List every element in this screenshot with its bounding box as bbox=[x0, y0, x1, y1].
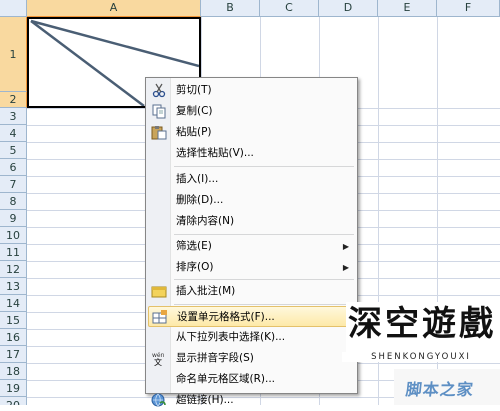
menu-item-label: 排序(O) bbox=[176, 261, 214, 273]
column-header-c[interactable]: C bbox=[260, 0, 319, 17]
watermark-subtitle: SHENKONGYOUXI bbox=[342, 352, 500, 362]
row-header-1[interactable]: 1 bbox=[0, 17, 27, 92]
menu-separator bbox=[174, 234, 354, 235]
column-header-a[interactable]: A bbox=[27, 0, 201, 17]
column-header-d[interactable]: D bbox=[319, 0, 378, 17]
menu-item-paste-special[interactable]: 选择性粘贴(V)... bbox=[148, 143, 355, 164]
menu-item-label: 设置单元格格式(F)... bbox=[177, 311, 275, 323]
menu-item-label: 选择性粘贴(V)... bbox=[176, 147, 254, 159]
row-header-4[interactable]: 4 bbox=[0, 125, 27, 142]
menu-item-label: 剪切(T) bbox=[176, 84, 212, 96]
row-header-20[interactable]: 20 bbox=[0, 397, 27, 405]
hyperlink-icon bbox=[151, 393, 166, 407]
watermark-logo: 深 空 遊 戲 SHENKONGYOUXI 脚本之家 bbox=[324, 294, 500, 405]
watermark-char: 遊 bbox=[422, 302, 456, 346]
watermark-char: 空 bbox=[385, 302, 419, 346]
row-header-14[interactable]: 14 bbox=[0, 295, 27, 312]
row-header-2[interactable]: 2 bbox=[0, 92, 27, 108]
menu-item-label: 筛选(E) bbox=[176, 240, 212, 252]
row-header-13[interactable]: 13 bbox=[0, 278, 27, 295]
submenu-arrow-icon: ▶ bbox=[342, 263, 349, 272]
watermark-char: 深 bbox=[348, 302, 382, 346]
row-header-10[interactable]: 10 bbox=[0, 227, 27, 244]
row-header-6[interactable]: 6 bbox=[0, 159, 27, 176]
comment-icon bbox=[151, 286, 167, 298]
menu-separator bbox=[174, 166, 354, 167]
menu-item-label: 从下拉列表中选择(K)... bbox=[176, 331, 286, 343]
menu-item-clear-contents[interactable]: 清除内容(N) bbox=[148, 211, 355, 232]
menu-separator bbox=[174, 279, 354, 280]
row-header-5[interactable]: 5 bbox=[0, 142, 27, 159]
format-cells-icon bbox=[152, 310, 167, 324]
submenu-arrow-icon: ▶ bbox=[342, 242, 349, 251]
column-header-b[interactable]: B bbox=[201, 0, 260, 17]
menu-item-copy[interactable]: 复制(C) bbox=[148, 101, 355, 122]
watermark-site-name: 脚本之家 bbox=[404, 380, 475, 399]
watermark-char: 戲 bbox=[459, 302, 493, 346]
menu-item-label: 插入批注(M) bbox=[176, 285, 236, 297]
menu-item-label: 超链接(H)... bbox=[176, 394, 234, 406]
phonetic-icon: wén 文 bbox=[152, 352, 165, 366]
menu-item-label: 清除内容(N) bbox=[176, 215, 235, 227]
row-header-19[interactable]: 19 bbox=[0, 380, 27, 397]
column-header-e[interactable]: E bbox=[378, 0, 437, 17]
svg-text:文: 文 bbox=[154, 357, 162, 366]
column-header-f[interactable]: F bbox=[437, 0, 500, 17]
menu-item-label: 复制(C) bbox=[176, 105, 213, 117]
menu-item-label: 显示拼音字段(S) bbox=[176, 352, 254, 364]
menu-item-label: 命名单元格区域(R)... bbox=[176, 373, 276, 385]
row-header-16[interactable]: 16 bbox=[0, 329, 27, 346]
scissors-icon bbox=[152, 83, 166, 98]
menu-item-paste[interactable]: 粘贴(P) bbox=[148, 122, 355, 143]
menu-item-delete[interactable]: 删除(D)... bbox=[148, 190, 355, 211]
menu-item-insert[interactable]: 插入(I)... bbox=[148, 169, 355, 190]
menu-item-filter[interactable]: 筛选(E) ▶ bbox=[148, 236, 355, 257]
row-header-11[interactable]: 11 bbox=[0, 244, 27, 261]
row-header-15[interactable]: 15 bbox=[0, 312, 27, 329]
menu-item-label: 插入(I)... bbox=[176, 173, 219, 185]
row-header-3[interactable]: 3 bbox=[0, 108, 27, 125]
diagonal-line-upper bbox=[30, 19, 199, 68]
row-header-9[interactable]: 9 bbox=[0, 210, 27, 227]
menu-item-label: 删除(D)... bbox=[176, 194, 224, 206]
row-header-12[interactable]: 12 bbox=[0, 261, 27, 278]
row-header-8[interactable]: 8 bbox=[0, 193, 27, 210]
row-header-18[interactable]: 18 bbox=[0, 363, 27, 380]
paste-icon bbox=[151, 126, 167, 140]
diagonal-line-lower bbox=[30, 20, 145, 106]
menu-item-sort[interactable]: 排序(O) ▶ bbox=[148, 257, 355, 278]
copy-icon bbox=[152, 104, 166, 119]
row-header-17[interactable]: 17 bbox=[0, 346, 27, 363]
menu-item-label: 粘贴(P) bbox=[176, 126, 212, 138]
select-all-corner[interactable] bbox=[0, 0, 27, 17]
menu-item-cut[interactable]: 剪切(T) bbox=[148, 80, 355, 101]
row-header-7[interactable]: 7 bbox=[0, 176, 27, 193]
